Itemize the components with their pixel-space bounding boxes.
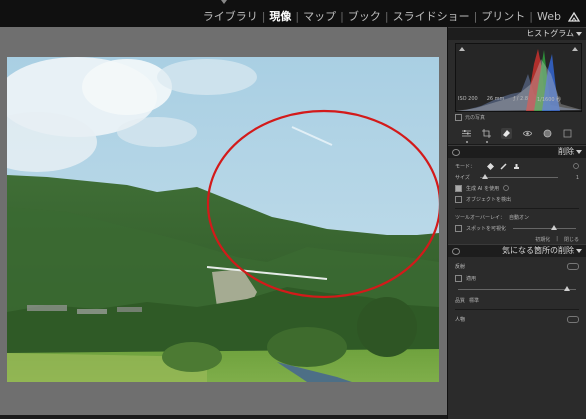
apply-checkbox[interactable] <box>455 275 462 282</box>
shadow-clipping-icon[interactable] <box>459 47 465 51</box>
module-map[interactable]: マップ <box>300 8 339 24</box>
people-row[interactable]: 人物 <box>455 313 579 326</box>
people-label: 人物 <box>455 317 466 323</box>
presets-icon[interactable] <box>562 128 573 139</box>
heal-mode-icon[interactable] <box>487 163 495 170</box>
module-bar: ライブラリ | 現像 | マップ | ブック | スライドショー | プリント … <box>0 0 586 27</box>
distraction-panel-header[interactable]: 気になる箇所の削除 <box>448 244 586 257</box>
quality-value[interactable]: 標準 <box>469 297 479 304</box>
size-value[interactable]: 1 <box>565 175 579 181</box>
apply-label: 適用 <box>466 276 477 282</box>
mask-icon[interactable] <box>542 128 553 139</box>
distraction-panel-title: 気になる箇所の削除 <box>502 246 574 255</box>
right-panel: ヒストグラム ISO 200 26 mm ƒ / 2.8 1/1600 秒 元の… <box>447 27 586 419</box>
size-label: サイズ <box>455 175 470 181</box>
tool-strip <box>448 122 586 145</box>
mode-label: モード： <box>455 164 476 170</box>
divider <box>455 309 579 310</box>
edit-sliders-icon[interactable] <box>461 128 472 143</box>
eraser-icon[interactable] <box>501 127 513 139</box>
mode-icons <box>487 163 520 170</box>
module-develop[interactable]: 現像 <box>266 8 294 24</box>
quality-slider[interactable] <box>458 286 576 291</box>
quality-label: 品質 <box>455 298 466 304</box>
use-ai-row[interactable]: 生成 AI を使用 <box>455 183 579 194</box>
size-slider-knob[interactable] <box>482 174 488 179</box>
tool-overlay-label: ツールオーバーレイ： <box>455 215 505 221</box>
tool-overlay-value[interactable]: 自動オン <box>509 214 529 221</box>
reflection-label: 反射 <box>455 264 466 270</box>
exif-shutter: 1/1600 秒 <box>537 97 562 103</box>
info-icon[interactable] <box>503 184 509 193</box>
size-row: サイズ 1 <box>455 172 579 183</box>
panel-visibility-icon[interactable] <box>452 149 460 156</box>
exif-info: ISO 200 26 mm ƒ / 2.8 1/1600 秒 <box>458 96 561 103</box>
quality-slider-knob[interactable] <box>564 286 571 291</box>
module-library[interactable]: ライブラリ <box>200 8 261 24</box>
use-ai-label: 生成 AI を使用 <box>466 186 500 192</box>
collapse-triangle-icon[interactable] <box>576 150 582 154</box>
help-icon[interactable] <box>573 162 579 171</box>
size-slider[interactable] <box>480 174 558 179</box>
remove-panel-body: モード： サイズ 1 生成 AI を使用 オブジェクトを検出 ツールオーバーレイ… <box>448 158 586 244</box>
filmstrip-bar <box>0 415 447 419</box>
reflection-toggle[interactable] <box>567 263 579 270</box>
histogram-display[interactable]: ISO 200 26 mm ƒ / 2.8 1/1600 秒 <box>455 43 582 112</box>
tool-overlay-row[interactable]: ツールオーバーレイ： 自動オン <box>455 212 579 223</box>
module-book[interactable]: ブック <box>345 8 384 24</box>
exif-iso: ISO 200 <box>458 96 478 102</box>
photo-preview[interactable] <box>7 57 439 382</box>
original-photo-row[interactable]: 元の写真 <box>455 112 582 122</box>
stamp-mode-icon[interactable] <box>513 163 520 170</box>
close-button[interactable]: 閉じる <box>564 236 579 243</box>
reset-button[interactable]: 初期化 <box>535 236 550 243</box>
module-slideshow[interactable]: スライドショー <box>390 8 473 24</box>
landscape-photo <box>7 57 439 382</box>
reflection-row[interactable]: 反射 <box>455 260 579 273</box>
apply-row[interactable]: 適用 <box>455 273 579 284</box>
distraction-panel-body: 反射 適用 品質 標準 人物 <box>448 257 586 326</box>
redeye-icon[interactable] <box>522 128 533 139</box>
module-print[interactable]: プリント <box>478 8 528 24</box>
collapse-triangle-icon[interactable] <box>576 249 582 253</box>
visualize-spots-row[interactable]: スポットを可視化 <box>455 223 579 234</box>
remove-panel-title: 削除 <box>558 147 574 156</box>
clone-mode-icon[interactable] <box>500 163 507 170</box>
histogram-title: ヒストグラム <box>526 29 574 38</box>
footer-separator: | <box>556 236 558 242</box>
exif-focal-length: 26 mm <box>486 96 505 102</box>
visualize-spots-label: スポットを可視化 <box>466 226 507 232</box>
original-photo-label: 元の写真 <box>465 114 486 121</box>
collapse-triangle-icon[interactable] <box>576 32 582 36</box>
cloud-sync-icon[interactable] <box>568 11 580 22</box>
module-web[interactable]: Web <box>534 10 564 23</box>
tool-indicator-dot <box>485 140 488 143</box>
remove-panel-header[interactable]: 削除 <box>448 145 586 158</box>
panel-visibility-icon[interactable] <box>452 248 460 255</box>
histogram-header[interactable]: ヒストグラム <box>448 27 586 40</box>
quality-select-row[interactable]: 品質 標準 <box>455 295 579 306</box>
original-photo-checkbox[interactable] <box>455 113 462 121</box>
use-ai-checkbox[interactable] <box>455 185 462 192</box>
tool-indicator-dot <box>465 140 468 143</box>
visualize-spots-slider[interactable] <box>513 225 576 230</box>
visualize-spots-knob[interactable] <box>550 225 557 230</box>
image-canvas[interactable] <box>0 27 447 419</box>
highlight-clipping-icon[interactable] <box>572 47 578 51</box>
detect-objects-checkbox[interactable] <box>455 196 462 203</box>
people-toggle[interactable] <box>567 316 579 323</box>
quality-row <box>455 284 579 295</box>
mode-row: モード： <box>455 161 579 172</box>
divider <box>455 208 579 209</box>
module-picker: ライブラリ | 現像 | マップ | ブック | スライドショー | プリント … <box>200 8 580 24</box>
visualize-spots-checkbox[interactable] <box>455 225 462 232</box>
exif-aperture: ƒ / 2.8 <box>513 96 528 102</box>
detect-objects-label: オブジェクトを検出 <box>466 197 512 203</box>
remove-panel-footer: 初期化 | 閉じる <box>455 234 579 244</box>
crop-icon[interactable] <box>481 128 492 143</box>
detect-objects-row[interactable]: オブジェクトを検出 <box>455 194 579 205</box>
panel-collapse-arrow-icon[interactable] <box>221 0 227 4</box>
